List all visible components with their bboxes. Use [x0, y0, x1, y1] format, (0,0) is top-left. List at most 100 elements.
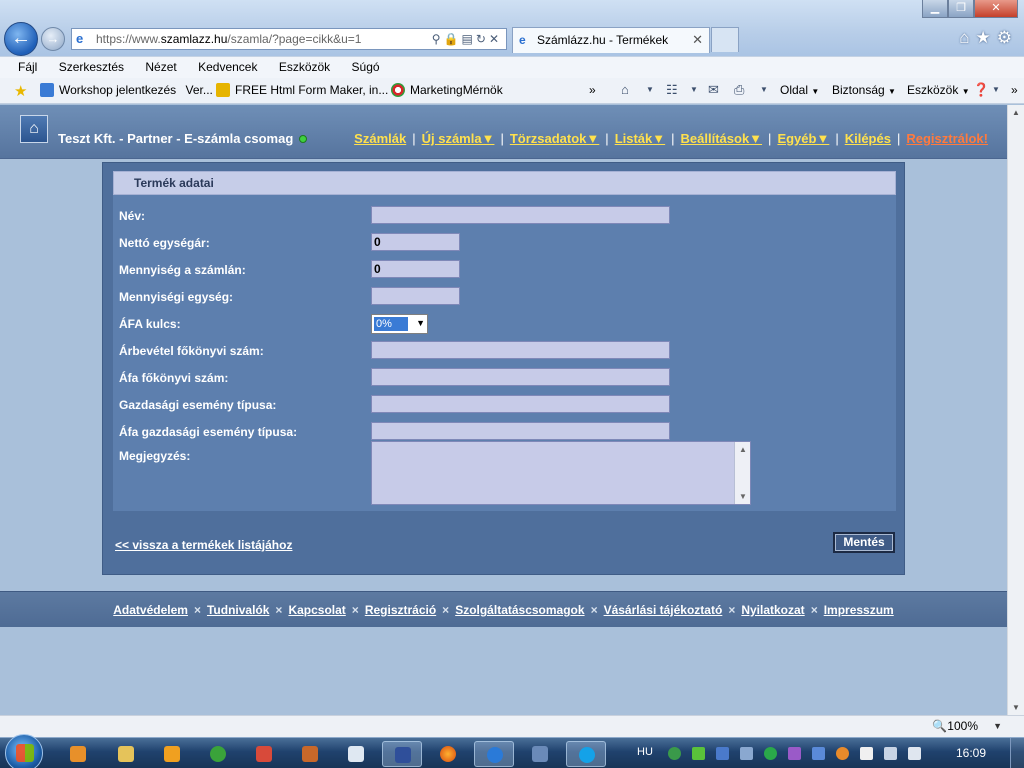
- footer-link-privacy[interactable]: Adatvédelem: [113, 603, 188, 617]
- home-icon[interactable]: ⌂: [959, 28, 975, 47]
- taskbar-explorer[interactable]: [106, 741, 146, 767]
- volume-icon[interactable]: [908, 747, 921, 760]
- page-scrollbar[interactable]: ▲ ▼: [1007, 105, 1024, 715]
- revenue-ledger-input[interactable]: [371, 341, 670, 359]
- print-icon[interactable]: ⎙: [734, 83, 750, 97]
- scroll-down-icon[interactable]: ▼: [1012, 703, 1020, 712]
- favorite-item-workshop[interactable]: Workshop jelentkezés Ver...: [40, 78, 213, 103]
- menu-view[interactable]: Nézet: [145, 57, 176, 77]
- mail-icon[interactable]: ✉: [708, 83, 724, 97]
- tray-icon[interactable]: [764, 747, 777, 760]
- menu-edit[interactable]: Szerkesztés: [59, 57, 124, 77]
- tray-icon[interactable]: [788, 747, 801, 760]
- nav-master-data[interactable]: Törzsadatok▼: [510, 131, 599, 146]
- search-icon[interactable]: ⚲: [432, 32, 444, 46]
- nav-other[interactable]: Egyéb▼: [777, 131, 829, 146]
- tools-menu[interactable]: Eszközök ▼: [907, 78, 970, 104]
- address-bar[interactable]: e https://www.szamlazz.hu/szamla/?page=ci…: [71, 28, 507, 50]
- notes-textarea[interactable]: ▲ ▼: [371, 441, 751, 505]
- nav-new-invoice[interactable]: Új számla▼: [422, 131, 495, 146]
- home-icon[interactable]: ⌂: [621, 83, 637, 97]
- chevron-down-icon[interactable]: ▼: [993, 721, 1002, 731]
- taskbar-app-1[interactable]: [58, 741, 98, 767]
- vat-econ-event-input[interactable]: [371, 422, 670, 440]
- footer-link-contact[interactable]: Kapcsolat: [288, 603, 345, 617]
- favorites-overflow[interactable]: »: [589, 78, 596, 103]
- forward-button[interactable]: →: [41, 27, 65, 51]
- footer-link-imprint[interactable]: Impresszum: [824, 603, 894, 617]
- language-indicator[interactable]: HU: [637, 746, 653, 758]
- scroll-up-icon[interactable]: ▲: [1012, 108, 1020, 117]
- chevron-down-icon[interactable]: ▼: [992, 83, 1008, 97]
- tray-icon[interactable]: [740, 747, 753, 760]
- chevron-down-icon[interactable]: ▼: [646, 83, 662, 97]
- close-tab-icon[interactable]: ✕: [692, 28, 703, 52]
- taskbar-ie[interactable]: [474, 741, 514, 767]
- page-menu[interactable]: Oldal ▼: [780, 78, 819, 104]
- scroll-down-icon[interactable]: ▼: [739, 492, 747, 501]
- scroll-up-icon[interactable]: ▲: [739, 445, 747, 454]
- menu-favorites[interactable]: Kedvencek: [198, 57, 257, 77]
- lock-icon[interactable]: 🔒: [444, 32, 462, 46]
- name-input[interactable]: [371, 206, 670, 224]
- back-button[interactable]: ←: [4, 22, 38, 56]
- safety-menu[interactable]: Biztonság ▼: [832, 78, 896, 104]
- stop-icon[interactable]: ✕: [489, 32, 502, 46]
- minimize-button[interactable]: ▁: [922, 0, 948, 18]
- footer-link-info[interactable]: Tudnivalók: [207, 603, 269, 617]
- taskbar-media[interactable]: [152, 741, 192, 767]
- net-price-input[interactable]: [371, 233, 460, 251]
- tray-icon[interactable]: [668, 747, 681, 760]
- chevron-down-icon[interactable]: ▼: [760, 83, 776, 97]
- nav-lists[interactable]: Listák▼: [615, 131, 665, 146]
- notes-scrollbar[interactable]: ▲ ▼: [734, 442, 750, 504]
- new-tab-button[interactable]: [711, 27, 739, 52]
- tray-icon[interactable]: [692, 747, 705, 760]
- taskbar-save-app[interactable]: [382, 741, 422, 767]
- footer-link-statement[interactable]: Nyilatkozat: [741, 603, 804, 617]
- nav-invoices[interactable]: Számlák: [354, 131, 406, 146]
- taskbar-app-6[interactable]: [290, 741, 330, 767]
- clock[interactable]: 16:09: [956, 746, 986, 760]
- tray-icon[interactable]: [716, 747, 729, 760]
- back-to-products-link[interactable]: << vissza a termékek listájához: [115, 538, 292, 552]
- network-icon[interactable]: [884, 747, 897, 760]
- taskbar-notepad[interactable]: [336, 741, 376, 767]
- taskbar-app-5[interactable]: [244, 741, 284, 767]
- nav-register[interactable]: Regisztrálok!: [906, 131, 988, 146]
- compatibility-icon[interactable]: ▤: [462, 32, 476, 46]
- chevron-down-icon[interactable]: ▼: [690, 83, 706, 97]
- favorites-add-icon[interactable]: ★: [14, 82, 27, 100]
- nav-logout[interactable]: Kilépés: [845, 131, 891, 146]
- favorite-item-form-maker[interactable]: FREE Html Form Maker, in...: [216, 78, 388, 103]
- tray-icon[interactable]: [812, 747, 825, 760]
- footer-link-packages[interactable]: Szolgáltatáscsomagok: [455, 603, 584, 617]
- command-overflow[interactable]: »: [1011, 78, 1018, 103]
- maximize-button[interactable]: ❐: [948, 0, 974, 18]
- vat-ledger-input[interactable]: [371, 368, 670, 386]
- refresh-icon[interactable]: ↻: [476, 32, 489, 46]
- rss-feed-icon[interactable]: ☷: [666, 83, 682, 97]
- favorites-star-icon[interactable]: ★: [976, 28, 997, 47]
- taskbar-app-4[interactable]: [198, 741, 238, 767]
- taskbar-skype[interactable]: [566, 741, 606, 767]
- favorite-item-marketing[interactable]: MarketingMérnök: [391, 78, 503, 103]
- flag-icon[interactable]: [860, 747, 873, 760]
- footer-link-registration[interactable]: Regisztráció: [365, 603, 436, 617]
- menu-tools[interactable]: Eszközök: [279, 57, 330, 77]
- taskbar-firefox[interactable]: [428, 741, 468, 767]
- nav-settings[interactable]: Beállítások▼: [681, 131, 763, 146]
- gear-icon[interactable]: ⚙: [997, 28, 1018, 47]
- tray-icon[interactable]: [836, 747, 849, 760]
- start-button[interactable]: [5, 734, 43, 768]
- save-button[interactable]: Mentés: [833, 532, 895, 553]
- unit-input[interactable]: [371, 287, 460, 305]
- quantity-input[interactable]: [371, 260, 460, 278]
- tab-active[interactable]: e Számlázz.hu - Termékek ✕: [512, 27, 710, 53]
- menu-help[interactable]: Súgó: [352, 57, 380, 77]
- econ-event-input[interactable]: [371, 395, 670, 413]
- close-window-button[interactable]: ✕: [974, 0, 1018, 18]
- footer-link-purchase-info[interactable]: Vásárlási tájékoztató: [604, 603, 723, 617]
- site-home-button[interactable]: ⌂: [20, 115, 48, 143]
- vat-select[interactable]: 0% ▼: [371, 314, 428, 334]
